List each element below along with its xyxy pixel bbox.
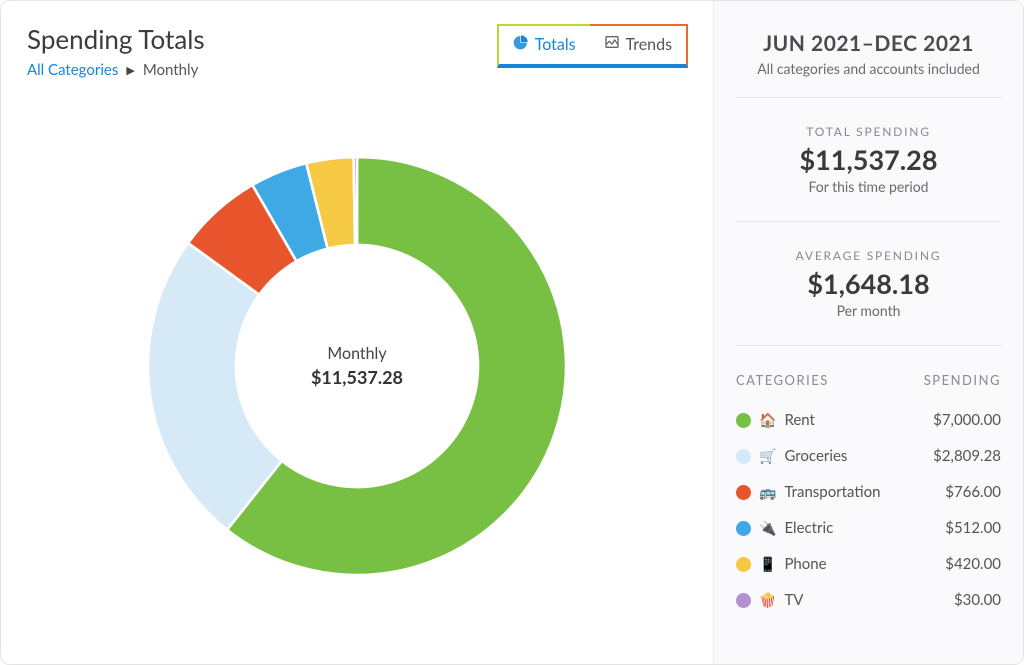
date-range-subtitle: All categories and accounts included [736,60,1001,77]
category-name: TV [784,591,803,609]
category-amount: $766.00 [945,483,1001,501]
date-range-block: JUN 2021–DEC 2021 All categories and acc… [736,31,1001,98]
category-emoji-icon: 🛒 [759,447,776,465]
donut-slice[interactable] [354,157,357,245]
category-row[interactable]: 🔌 Electric $512.00 [736,510,1001,546]
categories-list: 🏠 Rent $7,000.00 🛒 Groceries $2,809.28 🚌… [736,402,1001,618]
average-spending-block: AVERAGE SPENDING $1,648.18 Per month [736,222,1001,346]
category-name: Phone [784,555,826,573]
tab-trends[interactable]: Trends [590,24,688,68]
total-spending-sub: For this time period [736,178,1001,195]
donut-center: Monthly $11,537.28 [311,344,403,388]
tab-totals[interactable]: Totals [497,24,590,68]
breadcrumb-caret-icon: ▶ [126,64,134,77]
category-row[interactable]: 🛒 Groceries $2,809.28 [736,438,1001,474]
app-frame: Spending Totals All Categories ▶ Monthly… [0,0,1024,665]
donut-center-label: Monthly [311,344,403,363]
breadcrumb-link-all-categories[interactable]: All Categories [27,61,118,79]
category-emoji-icon: 🍿 [759,591,776,609]
category-name: Electric [784,519,833,537]
category-swatch [736,485,751,500]
category-emoji-icon: 📱 [759,555,776,573]
category-row[interactable]: 📱 Phone $420.00 [736,546,1001,582]
category-amount: $2,809.28 [933,447,1001,465]
total-spending-value: $11,537.28 [736,143,1001,176]
category-name: Transportation [784,483,880,501]
category-row[interactable]: 🚌 Transportation $766.00 [736,474,1001,510]
average-spending-sub: Per month [736,302,1001,319]
donut-center-value: $11,537.28 [311,366,403,388]
date-range: JUN 2021–DEC 2021 [736,31,1001,56]
category-emoji-icon: 🔌 [759,519,776,537]
category-emoji-icon: 🏠 [759,411,776,429]
category-swatch [736,449,751,464]
main-panel: Spending Totals All Categories ▶ Monthly… [1,1,713,664]
category-amount: $7,000.00 [933,411,1001,429]
categories-header-right: SPENDING [924,372,1001,388]
category-amount: $420.00 [945,555,1001,573]
tab-trends-label: Trends [626,35,672,54]
category-amount: $30.00 [954,591,1001,609]
category-swatch [736,593,751,608]
category-swatch [736,521,751,536]
average-spending-label: AVERAGE SPENDING [736,248,1001,263]
tab-totals-label: Totals [535,35,576,54]
total-spending-label: TOTAL SPENDING [736,124,1001,139]
breadcrumb-current: Monthly [143,61,199,79]
category-emoji-icon: 🚌 [759,483,776,501]
view-tabs: Totals Trends [496,23,689,69]
pie-chart-icon [513,34,529,54]
category-name: Groceries [784,447,847,465]
categories-header-left: CATEGORIES [736,372,829,388]
category-swatch [736,557,751,572]
image-icon [604,34,620,54]
total-spending-block: TOTAL SPENDING $11,537.28 For this time … [736,98,1001,222]
donut-chart[interactable]: Monthly $11,537.28 [137,146,577,586]
summary-sidebar: JUN 2021–DEC 2021 All categories and acc… [713,1,1023,664]
average-spending-value: $1,648.18 [736,267,1001,300]
category-amount: $512.00 [945,519,1001,537]
categories-header: CATEGORIES SPENDING [736,372,1001,388]
category-swatch [736,413,751,428]
category-row[interactable]: 🏠 Rent $7,000.00 [736,402,1001,438]
category-name: Rent [784,411,814,429]
category-row[interactable]: 🍿 TV $30.00 [736,582,1001,618]
